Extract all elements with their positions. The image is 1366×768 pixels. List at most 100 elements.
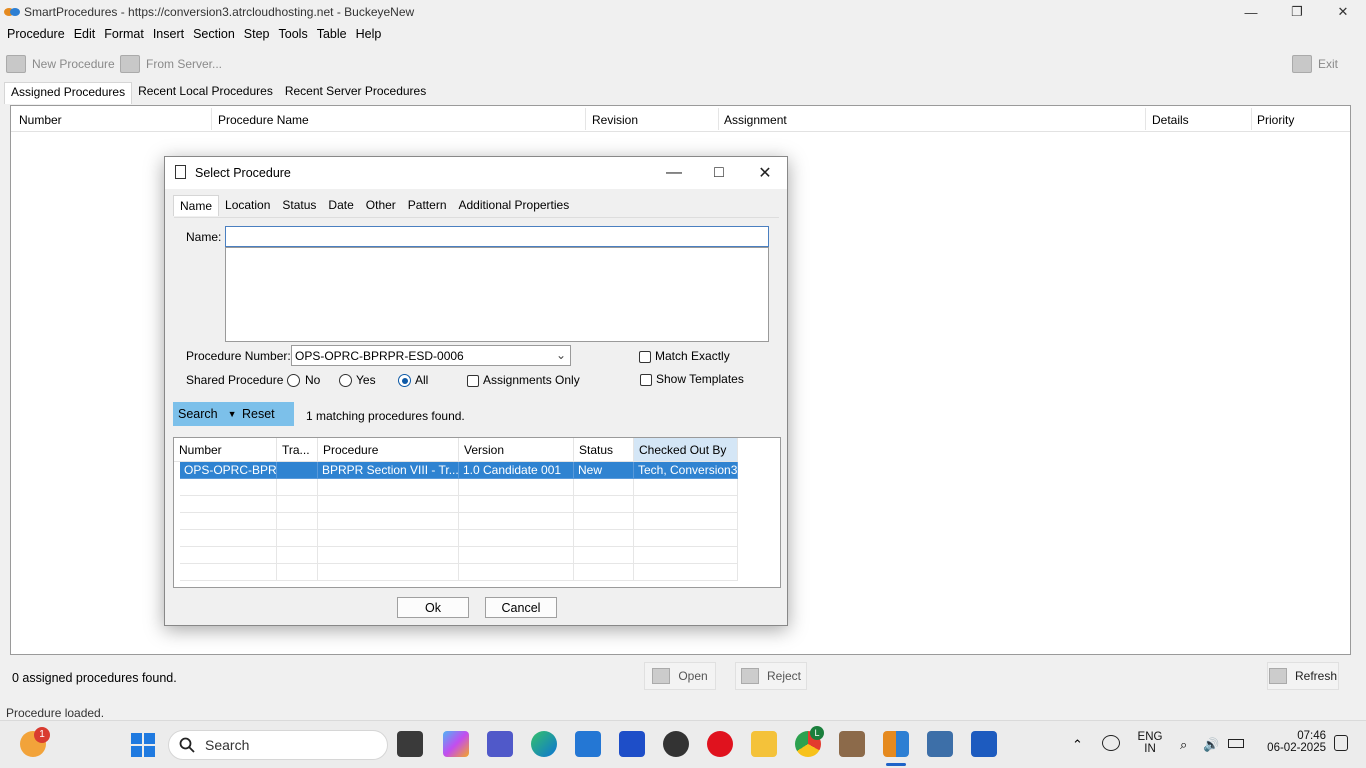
copilot-icon[interactable] <box>443 731 469 757</box>
column-assignment[interactable]: Assignment <box>724 113 787 127</box>
tab-recent-local-procedures[interactable]: Recent Local Procedures <box>132 82 279 104</box>
dell-icon[interactable] <box>663 731 689 757</box>
weather-icon[interactable]: 1 <box>20 727 50 757</box>
show-templates-label: Show Templates <box>656 372 744 386</box>
reject-button[interactable]: Reject <box>735 662 807 690</box>
shared-yes-radio[interactable] <box>339 374 352 387</box>
shared-no-radio[interactable] <box>287 374 300 387</box>
document-icon <box>175 165 186 179</box>
language-code: ENG <box>1137 731 1163 743</box>
search-button[interactable]: Search ▼ <box>173 402 237 426</box>
new-procedure-button[interactable]: New Procedure <box>6 52 115 76</box>
name-list[interactable] <box>225 247 769 342</box>
chevron-up-icon[interactable]: ⌃ <box>1072 737 1083 753</box>
grid-column-checked-out-by[interactable]: Checked Out By <box>634 438 738 462</box>
procedure-number-select[interactable]: OPS-OPRC-BPRPR-ESD-0006 ⌄ <box>291 345 571 366</box>
volume-icon[interactable]: 🔊 <box>1203 737 1219 753</box>
dropdown-arrow-icon[interactable]: ▼ <box>228 409 237 419</box>
reset-label: Reset <box>242 407 275 421</box>
column-revision[interactable]: Revision <box>592 113 638 127</box>
match-exactly-checkbox[interactable] <box>639 351 651 363</box>
tab-location[interactable]: Location <box>219 195 276 216</box>
battery-icon[interactable] <box>1228 739 1244 748</box>
tab-pattern[interactable]: Pattern <box>402 195 453 216</box>
menu-edit[interactable]: Edit <box>74 27 96 41</box>
restore-icon[interactable]: ❐ <box>1274 0 1320 24</box>
clock-time: 07:46 <box>1297 730 1326 742</box>
grid-column-tra[interactable]: Tra... <box>277 438 318 462</box>
opera-icon[interactable] <box>707 731 733 757</box>
menu-procedure[interactable]: Procedure <box>7 27 65 41</box>
empty-row <box>174 513 738 530</box>
cell-status: New <box>574 462 634 479</box>
column-number[interactable]: Number <box>19 113 62 127</box>
refresh-button[interactable]: Refresh <box>1267 662 1339 690</box>
title-bar: SmartProcedures - https://conversion3.at… <box>0 0 1366 24</box>
language-indicator[interactable]: ENG IN <box>1136 731 1164 755</box>
from-server-button[interactable]: From Server... <box>120 52 222 76</box>
cancel-button[interactable]: Cancel <box>485 597 557 618</box>
open-button[interactable]: Open <box>644 662 716 690</box>
close-icon[interactable]: ✕ <box>1320 0 1366 24</box>
column-details[interactable]: Details <box>1152 113 1189 127</box>
column-procedure-name[interactable]: Procedure Name <box>218 113 309 127</box>
smartprocedures-icon[interactable] <box>883 731 909 757</box>
notifications-icon[interactable] <box>1334 735 1348 751</box>
column-priority[interactable]: Priority <box>1257 113 1294 127</box>
menu-tools[interactable]: Tools <box>279 27 308 41</box>
new-document-icon <box>6 55 26 73</box>
grid-column-version[interactable]: Version <box>459 438 574 462</box>
menu-table[interactable]: Table <box>317 27 347 41</box>
search-icon <box>179 737 195 753</box>
minimize-icon[interactable]: — <box>1228 0 1274 24</box>
chevron-down-icon[interactable]: ⌄ <box>556 348 566 362</box>
list-header: Number Procedure Name Revision Assignmen… <box>11 106 1350 132</box>
tab-date[interactable]: Date <box>322 195 359 216</box>
tab-other[interactable]: Other <box>360 195 402 216</box>
teams-icon[interactable] <box>487 731 513 757</box>
exit-button[interactable]: Exit <box>1292 52 1338 76</box>
clock[interactable]: 07:46 06-02-2025 <box>1258 730 1326 754</box>
app-icon-10[interactable] <box>927 731 953 757</box>
edge-icon[interactable] <box>531 731 557 757</box>
taskbar-search[interactable]: Search <box>168 730 388 760</box>
results-grid[interactable]: Number Tra... Procedure Version Status C… <box>173 437 781 588</box>
power-automate-icon[interactable] <box>619 731 645 757</box>
ok-button[interactable]: Ok <box>397 597 469 618</box>
dialog-maximize-icon[interactable]: □ <box>708 162 730 184</box>
toolbar: New Procedure From Server... Exit <box>0 50 1366 78</box>
name-input[interactable] <box>225 226 769 247</box>
menu-insert[interactable]: Insert <box>153 27 184 41</box>
grid-column-status[interactable]: Status <box>574 438 634 462</box>
chrome-icon[interactable]: L <box>795 726 824 757</box>
reset-button[interactable]: Reset <box>237 402 294 426</box>
wifi-icon[interactable]: ⌕ <box>1180 737 1187 753</box>
grid-column-procedure[interactable]: Procedure <box>318 438 459 462</box>
refresh-label: Refresh <box>1294 669 1338 683</box>
tab-status[interactable]: Status <box>276 195 322 216</box>
dialog-tabs: Name Location Status Date Other Pattern … <box>173 195 575 216</box>
store-icon[interactable] <box>575 731 601 757</box>
task-view-icon[interactable] <box>397 731 423 757</box>
assignments-only-label: Assignments Only <box>483 373 580 387</box>
windows-start-icon[interactable] <box>131 733 155 757</box>
menu-format[interactable]: Format <box>104 27 144 41</box>
word-icon[interactable] <box>971 731 997 757</box>
grid-column-number[interactable]: Number <box>174 438 277 462</box>
shared-all-radio[interactable] <box>398 374 411 387</box>
tab-additional-properties[interactable]: Additional Properties <box>453 195 576 216</box>
file-explorer-icon[interactable] <box>751 731 777 757</box>
tab-name[interactable]: Name <box>173 195 220 216</box>
tab-recent-server-procedures[interactable]: Recent Server Procedures <box>279 82 432 104</box>
menu-help[interactable]: Help <box>356 27 382 41</box>
table-row[interactable]: OPS-OPRC-BPR... BPRPR Section VIII - Tr.… <box>174 462 738 479</box>
menu-section[interactable]: Section <box>193 27 235 41</box>
assignments-only-checkbox[interactable] <box>467 375 479 387</box>
show-templates-checkbox[interactable] <box>640 374 652 386</box>
dialog-close-icon[interactable]: ✕ <box>754 162 776 184</box>
dialog-minimize-icon[interactable]: — <box>663 162 685 184</box>
app-icon-8[interactable] <box>839 731 865 757</box>
network-sync-icon[interactable] <box>1102 735 1120 751</box>
menu-step[interactable]: Step <box>244 27 270 41</box>
tab-assigned-procedures[interactable]: Assigned Procedures <box>4 82 133 104</box>
